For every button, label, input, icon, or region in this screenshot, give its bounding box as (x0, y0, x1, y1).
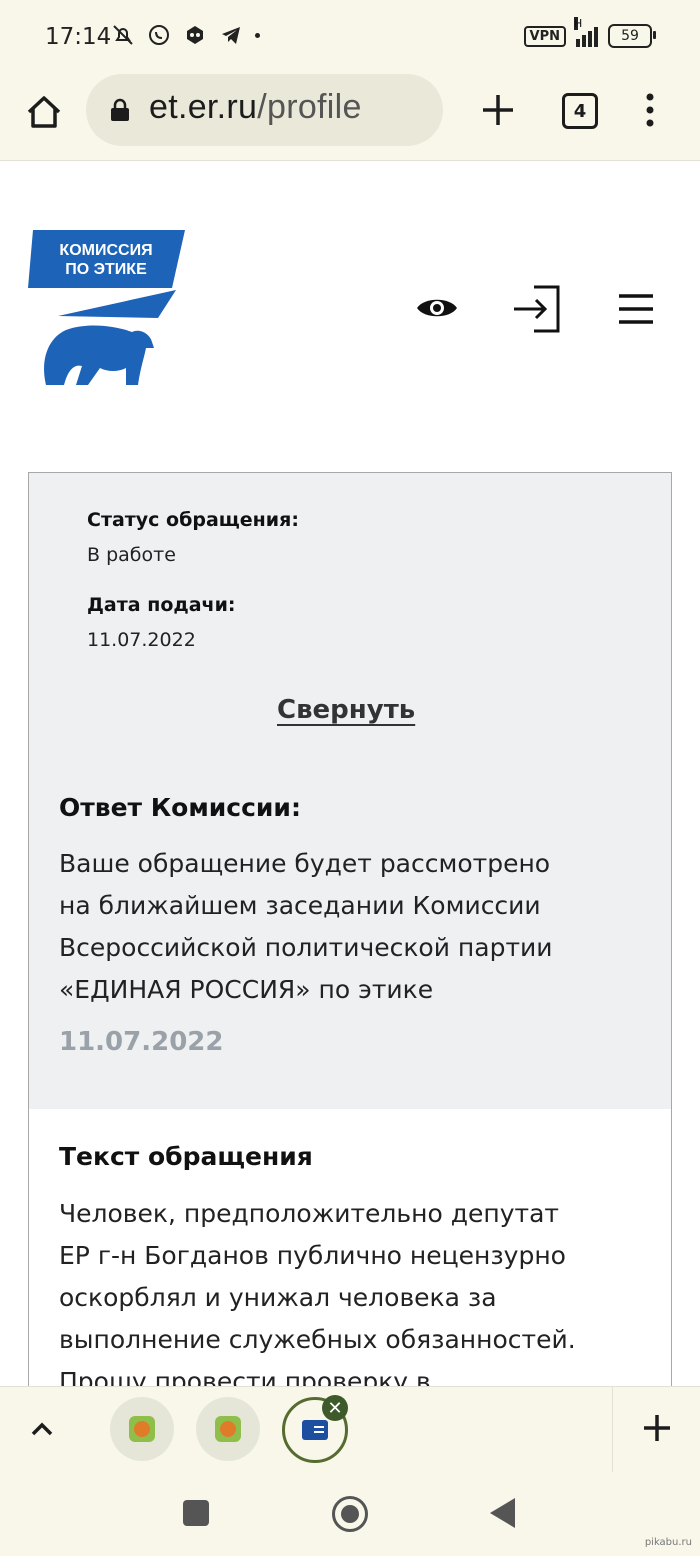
request-card: Статус обращения: В работе Дата подачи: … (28, 472, 672, 1474)
date-value: 11.07.2022 (87, 629, 196, 651)
close-tab-icon[interactable]: ✕ (322, 1395, 348, 1421)
bear-emblem-icon (44, 325, 154, 385)
request-summary-panel: Статус обращения: В работе Дата подачи: … (29, 473, 671, 1109)
login-icon[interactable] (512, 283, 562, 335)
vpn-badge: VPN (523, 25, 566, 47)
tab-switcher-button[interactable]: 4 (562, 93, 598, 129)
network-type: H (574, 17, 583, 30)
url-path: /profile (257, 88, 362, 126)
answer-line: «ЕДИНАЯ РОССИЯ» по этике (59, 975, 434, 1004)
browser-toolbar: et.er.ru/profile 4 (0, 74, 700, 161)
url-text[interactable]: et.er.ru/profile (149, 88, 362, 127)
status-label: Статус обращения: (87, 509, 299, 531)
battery-level: 59 (621, 28, 639, 44)
tab-strip: ✕ (0, 1386, 700, 1473)
logo-text-line1: КОМИССИЯ (59, 242, 152, 259)
url-host: et.er.ru (149, 88, 258, 126)
site-favicon-icon (215, 1416, 241, 1442)
request-text-line: выполнение служебных обязанностей. (59, 1325, 576, 1354)
notification-icons (110, 22, 244, 48)
request-text-line: оскорблял и унижал человека за (59, 1283, 497, 1312)
strip-tab-2[interactable] (196, 1397, 260, 1461)
chevron-up-icon[interactable] (28, 1417, 56, 1441)
new-tab-plus-icon[interactable] (478, 90, 518, 130)
system-indicators: VPN H 59 (523, 17, 656, 48)
game-controller-icon (182, 22, 208, 48)
overflow-menu-icon[interactable] (640, 90, 660, 130)
whatsapp-icon (146, 22, 172, 48)
request-text-heading: Текст обращения (59, 1142, 313, 1171)
add-tab-plus-icon[interactable] (640, 1411, 674, 1445)
battery-icon: 59 (608, 24, 656, 48)
recent-apps-icon[interactable] (183, 1500, 209, 1526)
site-favicon-icon (129, 1416, 155, 1442)
commission-logo[interactable]: КОМИССИЯ ПО ЭТИКЕ (28, 230, 188, 390)
answer-heading: Ответ Комиссии: (59, 793, 301, 822)
logo-text-line2: ПО ЭТИКЕ (65, 261, 147, 278)
hamburger-menu-icon[interactable] (617, 292, 655, 326)
answer-date: 11.07.2022 (59, 1027, 224, 1057)
home-nav-icon[interactable] (332, 1496, 368, 1532)
strip-tab-1[interactable] (110, 1397, 174, 1461)
muted-bell-icon (110, 22, 136, 48)
answer-text: Ваше обращение будет рассмотрено на ближ… (59, 843, 659, 1011)
status-time: 17:14 (45, 24, 112, 50)
lock-icon (110, 98, 130, 122)
answer-line: Всероссийской политической партии (59, 933, 553, 962)
home-icon[interactable] (22, 90, 66, 134)
strip-divider (612, 1387, 613, 1473)
eye-icon[interactable] (414, 290, 460, 326)
date-label: Дата подачи: (87, 594, 236, 616)
request-text-line: Человек, предположительно депутат (59, 1199, 559, 1228)
telegram-icon (218, 22, 244, 48)
answer-line: Ваше обращение будет рассмотрено (59, 849, 551, 878)
status-bar: 17:14 VPN H 59 (0, 0, 700, 76)
watermark: pikabu.ru (644, 1537, 692, 1548)
request-text: Человек, предположительно депутат ЕР г-н… (59, 1193, 659, 1403)
system-navigation-bar: pikabu.ru (0, 1472, 700, 1556)
back-nav-icon[interactable] (490, 1498, 515, 1528)
status-value: В работе (87, 544, 176, 566)
id-card-favicon-icon (302, 1420, 328, 1440)
answer-line: на ближайшем заседании Комиссии (59, 891, 541, 920)
more-notifications-dot (255, 33, 260, 38)
collapse-link[interactable]: Свернуть (277, 695, 415, 725)
signal-icon: H (574, 17, 598, 47)
address-bar[interactable]: et.er.ru/profile (86, 74, 443, 146)
request-text-line: ЕР г-н Богданов публично нецензурно (59, 1241, 566, 1270)
